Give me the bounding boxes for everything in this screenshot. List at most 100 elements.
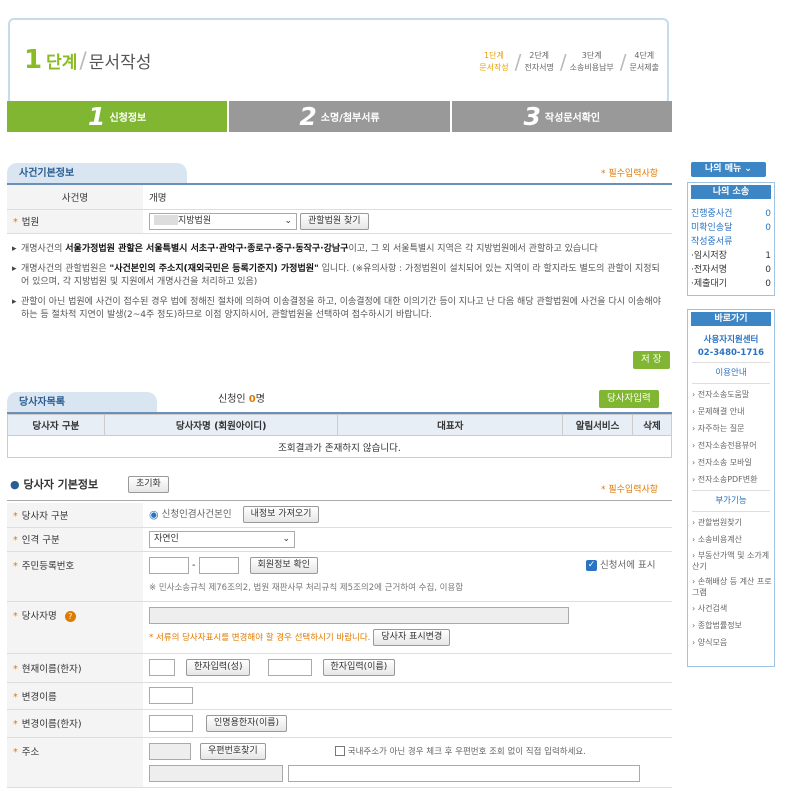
party-info-underline <box>7 500 672 501</box>
usage-guide-title: 이용안내 <box>715 368 747 378</box>
side-case-row-count: 0 <box>765 279 771 289</box>
radio-selected-icon[interactable]: ◉ <box>149 508 159 521</box>
rrn-note: ※ 민사소송규칙 제76조의2, 법원 재판사무 처리규칙 제5조의2에 근거하… <box>149 582 464 593</box>
checkbox-checked-icon[interactable]: ✓ <box>586 559 597 571</box>
address-row-1: 우편번호찾기 국내주소가 아닌 경우 체크 후 우편번호 조회 없이 직접 입력… <box>149 742 586 760</box>
hanja-surname-button[interactable]: 한자입력(성) <box>186 659 251 676</box>
display-on-app-label: 신청서에 표시 <box>600 559 656 571</box>
step-2-indicator: / 2단계 전자서명 <box>514 50 554 74</box>
person-type-cell: 자연인 ⌄ <box>143 527 672 552</box>
foreign-address-checkbox[interactable] <box>334 746 345 756</box>
party-name-input[interactable] <box>149 606 569 624</box>
side-case-row[interactable]: 작성중서류 <box>688 235 774 249</box>
court-label-cell: * 법원 <box>7 209 143 234</box>
hanja-name-button[interactable]: 한자입력(이름) <box>322 659 396 676</box>
side-link[interactable]: › 전자소송 모바일 <box>688 454 774 471</box>
side-case-row[interactable]: 미확인송달 0 <box>688 221 774 235</box>
tab-3-number: 3 <box>523 102 541 131</box>
col-delete: 삭제 <box>632 414 672 436</box>
changed-name-input[interactable] <box>149 687 193 704</box>
rrn-front-input[interactable] <box>149 556 189 574</box>
step-1-indicator: 1단계 문서작성 <box>479 50 508 74</box>
court-notes: 개명사건의 서울가정법원 관할은 서울특별시 서초구·관악구·종로구·중구·동작… <box>12 243 667 329</box>
step-2-name: 전자서명 <box>524 63 554 72</box>
bullet-icon: ● <box>10 478 20 491</box>
side-link-label: 부동산가액 및 소가계산기 <box>692 551 770 571</box>
case-name-value: 개명 <box>143 185 672 210</box>
party-table: 당사자 구분 당사자명 (회원아이디) 대표자 알림서비스 삭제 조회결과가 존… <box>7 414 672 458</box>
find-court-button[interactable]: 관할법원 찾기 <box>300 212 369 230</box>
side-link[interactable]: › 전자소송전용뷰어 <box>688 437 774 454</box>
side-link[interactable]: › 부동산가액 및 소가계산기 <box>688 548 774 574</box>
party-name-label: 당사자명 <box>21 610 57 622</box>
side-link[interactable]: › 양식모음 <box>688 634 774 651</box>
person-type-select[interactable]: 자연인 ⌄ <box>149 530 295 548</box>
postcode-search-button[interactable]: 우편번호찾기 <box>200 742 266 760</box>
help-icon[interactable]: ? <box>64 610 76 622</box>
changed-name-hanja-input[interactable] <box>149 714 193 732</box>
note-2-a: 개명사건의 관할법원은 <box>21 264 110 274</box>
side-link[interactable]: › 전자소송도움말 <box>688 386 774 403</box>
side-link[interactable]: › 전자소송PDF변환 <box>688 471 774 488</box>
tab-application-info[interactable]: 1 신청정보 <box>7 101 230 132</box>
side-link[interactable]: › 손해배상 등 계산 프로그램 <box>688 574 774 600</box>
address-main-input[interactable] <box>149 764 283 782</box>
rrn-label: 주민등록번호 <box>21 560 75 572</box>
side-case-row[interactable]: ·임시저장 1 <box>688 249 774 263</box>
applicant-label: 신청인 <box>218 394 249 405</box>
my-menu-button[interactable]: 나의 메뉴 ⌄ <box>691 162 766 177</box>
applicant-count: 신청인 0명 <box>218 390 265 405</box>
side-case-row[interactable]: ·전자서명 0 <box>688 263 774 277</box>
changed-name-cell <box>143 682 672 710</box>
tab-3-label: 작성문서확인 <box>544 113 601 124</box>
reset-button[interactable]: 초기화 <box>128 476 169 493</box>
step-3-name: 소송비용납부 <box>569 63 614 72</box>
save-button[interactable]: 저 장 <box>633 351 670 369</box>
chevron-down-icon: ⌄ <box>284 215 292 226</box>
required-note-2: * 필수입력사항 <box>601 485 659 495</box>
tab-1-label: 신청정보 <box>109 113 147 124</box>
tab-2-label: 소명/첨부서류 <box>320 113 380 124</box>
current-name-label: 현재이름(한자) <box>21 663 82 675</box>
person-type-label: 인격 구분 <box>21 535 60 546</box>
tab-attachments[interactable]: 2 소명/첨부서류 <box>229 101 452 132</box>
step-1-name: 문서작성 <box>479 63 509 72</box>
side-link[interactable]: › 관할법원찾기 <box>688 514 774 531</box>
side-case-row[interactable]: ·제출대기 0 <box>688 277 774 291</box>
change-party-display-button[interactable]: 당사자 표시변경 <box>373 628 451 646</box>
side-case-row-label: 진행중사건 <box>691 209 733 219</box>
postcode-input[interactable] <box>149 742 191 760</box>
hanja-surname-input[interactable] <box>149 659 175 676</box>
case-info-table: 사건명 개명 * 법원 지방법원 ⌄ 관할법원 찾기 <box>7 185 672 234</box>
party-name-label-cell: * 당사자명 ? <box>7 601 143 654</box>
note-3: 관할이 아닌 법원에 사건이 접수된 경우 법에 정해진 절차에 의하여 이송결… <box>12 296 667 322</box>
side-link[interactable]: › 소송비용계산 <box>688 531 774 548</box>
side-link[interactable]: › 자주하는 질문 <box>688 420 774 437</box>
person-type-label-cell: * 인격 구분 <box>7 527 143 552</box>
hanja-name-input[interactable] <box>267 659 312 676</box>
party-info-title-text: 당사자 기본정보 <box>23 478 99 491</box>
party-name-note: * 서류의 당사자표시를 변경해야 할 경우 선택하시기 바랍니다. <box>149 632 371 643</box>
side-case-row-label: ·임시저장 <box>691 251 727 261</box>
side-link-label: 종합법률정보 <box>697 621 742 630</box>
side-case-row-count: 1 <box>765 251 771 261</box>
divider <box>692 490 770 491</box>
tab-review[interactable]: 3 작성문서확인 <box>451 101 672 132</box>
side-link[interactable]: › 사건검색 <box>688 600 774 617</box>
rrn-back-input[interactable] <box>198 556 239 574</box>
personal-hanja-button[interactable]: 인명용한자(이름) <box>206 714 288 732</box>
divider <box>692 511 770 512</box>
side-case-row[interactable]: 진행중사건 0 <box>688 207 774 221</box>
member-check-button[interactable]: 회원정보 확인 <box>249 556 319 574</box>
add-party-button[interactable]: 당사자입력 <box>599 390 659 408</box>
side-link-label: 전자소송전용뷰어 <box>697 441 757 450</box>
side-link[interactable]: › 문제해결 안내 <box>688 403 774 420</box>
court-select[interactable]: 지방법원 ⌄ <box>149 212 297 230</box>
import-my-info-button[interactable]: 내정보 가져오기 <box>242 506 320 524</box>
changed-name-hanja-label-cell: * 변경이름(한자) <box>7 709 143 738</box>
side-link[interactable]: › 종합법률정보 <box>688 617 774 634</box>
col-party-name: 당사자명 (회원아이디) <box>103 414 339 436</box>
case-info-header: 사건기본정보 <box>7 163 187 185</box>
my-case-title: 나의 소송 <box>691 185 771 199</box>
address-detail-input[interactable] <box>288 764 641 782</box>
